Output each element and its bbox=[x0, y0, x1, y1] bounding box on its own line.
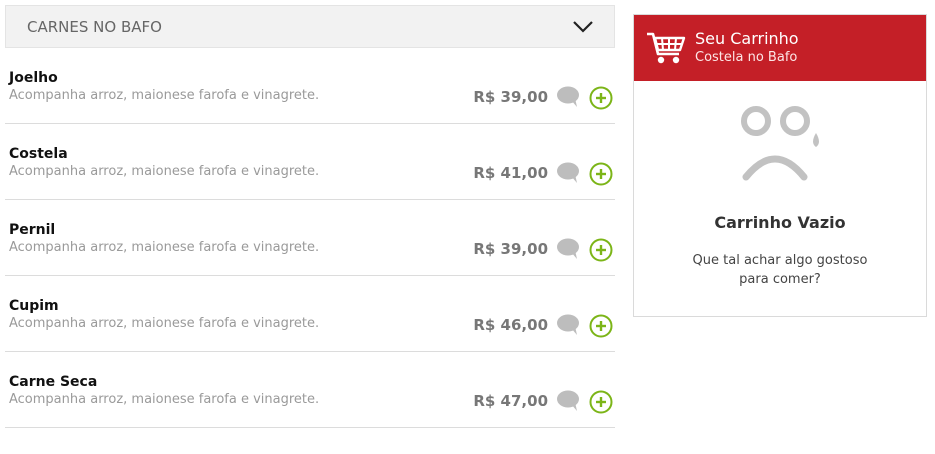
menu-item: Cupim Acompanha arroz, maionese farofa e… bbox=[5, 276, 615, 352]
cart-restaurant-name: Costela no Bafo bbox=[695, 50, 798, 65]
add-circle-icon[interactable] bbox=[589, 314, 613, 338]
cart-header: Seu Carrinho Costela no Bafo bbox=[634, 15, 926, 81]
chevron-down-icon[interactable] bbox=[572, 20, 594, 34]
empty-cart-message: Que tal achar algo gostoso para comer? bbox=[692, 253, 868, 287]
cart-title: Seu Carrinho bbox=[695, 29, 799, 48]
item-description: Acompanha arroz, maionese farofa e vinag… bbox=[9, 164, 320, 179]
menu-item: Carne Seca Acompanha arroz, maionese far… bbox=[5, 352, 615, 428]
add-circle-icon[interactable] bbox=[589, 162, 613, 186]
menu-item-list: Joelho Acompanha arroz, maionese farofa … bbox=[5, 48, 615, 428]
cart-header-text: Seu Carrinho Costela no Bafo bbox=[695, 29, 799, 67]
item-price: R$ 41,00 bbox=[473, 164, 548, 182]
item-name: Pernil bbox=[9, 222, 56, 238]
menu-item: Joelho Acompanha arroz, maionese farofa … bbox=[5, 48, 615, 124]
item-price: R$ 39,00 bbox=[473, 240, 548, 258]
sad-face-icon bbox=[741, 106, 819, 181]
comment-icon[interactable] bbox=[556, 314, 580, 336]
comment-icon[interactable] bbox=[556, 390, 580, 412]
item-name: Carne Seca bbox=[9, 374, 98, 390]
item-description: Acompanha arroz, maionese farofa e vinag… bbox=[9, 240, 320, 255]
add-circle-icon[interactable] bbox=[589, 86, 613, 110]
shopping-cart-icon bbox=[647, 32, 686, 64]
add-circle-icon[interactable] bbox=[589, 238, 613, 262]
menu-section: CARNES NO BAFO Joelho Acompanha arroz, m… bbox=[5, 5, 615, 428]
item-name: Joelho bbox=[9, 70, 58, 86]
comment-icon[interactable] bbox=[556, 86, 580, 108]
item-name: Cupim bbox=[9, 298, 59, 314]
add-circle-icon[interactable] bbox=[589, 390, 613, 414]
empty-cart-title: Carrinho Vazio bbox=[714, 213, 846, 232]
item-price: R$ 47,00 bbox=[473, 392, 548, 410]
comment-icon[interactable] bbox=[556, 162, 580, 184]
item-price: R$ 39,00 bbox=[473, 88, 548, 106]
section-header-carnes-no-bafo[interactable]: CARNES NO BAFO bbox=[5, 5, 615, 48]
item-description: Acompanha arroz, maionese farofa e vinag… bbox=[9, 316, 320, 331]
section-title: CARNES NO BAFO bbox=[27, 17, 162, 36]
cart-panel: Seu Carrinho Costela no Bafo Carrinho Va… bbox=[633, 14, 927, 317]
menu-item: Pernil Acompanha arroz, maionese farofa … bbox=[5, 200, 615, 276]
item-name: Costela bbox=[9, 146, 68, 162]
menu-item: Costela Acompanha arroz, maionese farofa… bbox=[5, 124, 615, 200]
item-price: R$ 46,00 bbox=[473, 316, 548, 334]
comment-icon[interactable] bbox=[556, 238, 580, 260]
item-description: Acompanha arroz, maionese farofa e vinag… bbox=[9, 88, 320, 103]
item-description: Acompanha arroz, maionese farofa e vinag… bbox=[9, 392, 320, 407]
